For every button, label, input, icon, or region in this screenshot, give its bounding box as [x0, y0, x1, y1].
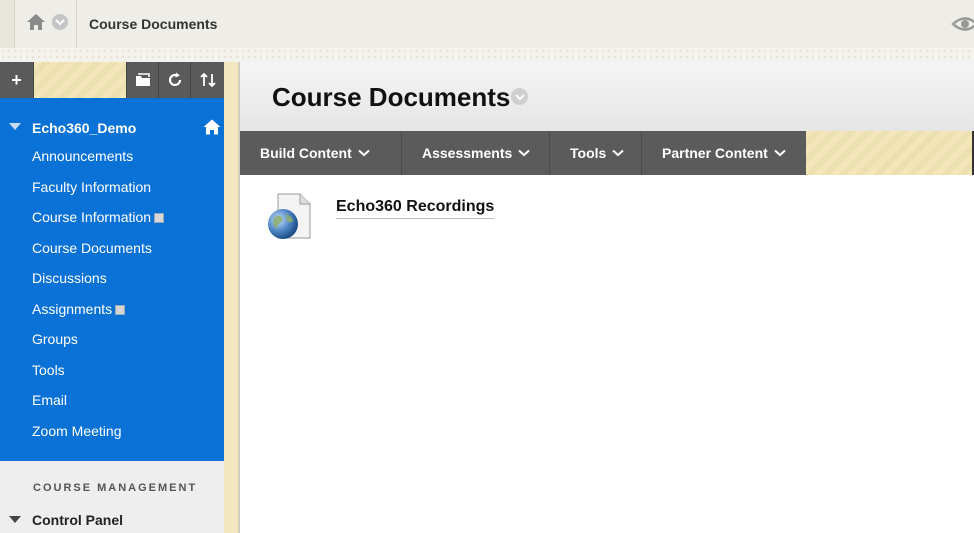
course-home-icon[interactable] — [203, 119, 221, 140]
nav-item-zoom-meeting[interactable]: Zoom Meeting — [32, 423, 121, 439]
control-panel-label[interactable]: Control Panel — [32, 512, 123, 528]
page-options-chevron-icon[interactable] — [511, 88, 528, 105]
course-menu-toolbar: + — [0, 62, 225, 98]
nav-item-assignments[interactable]: Assignments — [32, 301, 126, 317]
chevron-down-icon — [774, 149, 786, 157]
chevron-down-icon — [612, 149, 624, 157]
chevron-down-icon — [358, 149, 370, 157]
nav-item-label[interactable]: Groups — [32, 331, 78, 347]
texture-strip — [0, 48, 974, 62]
home-icon[interactable] — [26, 13, 46, 33]
assessments-menu[interactable]: Assessments — [402, 131, 550, 175]
nav-item-course-documents[interactable]: Course Documents — [32, 240, 152, 256]
build-content-menu[interactable]: Build Content — [240, 131, 402, 175]
control-panel-row[interactable]: Control Panel — [0, 510, 224, 533]
globe-web-link-icon — [266, 192, 312, 242]
nav-item-email[interactable]: Email — [32, 392, 67, 408]
breadcrumb-menu-chevron-icon[interactable] — [52, 14, 68, 30]
left-rail — [0, 0, 15, 48]
chevron-down-icon — [518, 149, 530, 157]
nav-item-course-information[interactable]: Course Information — [32, 209, 165, 225]
student-preview-eye-icon[interactable] — [950, 13, 974, 35]
sidebar-resize-gutter[interactable] — [224, 62, 239, 533]
course-menu: + Echo360_Demo Announcements Faculty Inf… — [0, 62, 225, 533]
nav-item-label[interactable]: Zoom Meeting — [32, 423, 121, 439]
empty-content-icon — [154, 213, 165, 223]
nav-item-faculty-information[interactable]: Faculty Information — [32, 179, 151, 195]
tools-label[interactable]: Tools — [570, 145, 606, 161]
collapse-triangle-icon[interactable] — [9, 123, 21, 130]
nav-item-label[interactable]: Faculty Information — [32, 179, 151, 195]
nav-item-label[interactable]: Assignments — [32, 301, 112, 317]
action-bar-stripe — [806, 131, 972, 175]
nav-item-label[interactable]: Course Information — [32, 209, 151, 225]
refresh-icon[interactable] — [158, 62, 190, 98]
breadcrumb-current: Course Documents — [89, 16, 218, 32]
nav-item-label[interactable]: Email — [32, 392, 67, 408]
course-management-heading: COURSE MANAGEMENT — [33, 482, 198, 494]
page-title: Course Documents — [272, 82, 511, 112]
collapse-triangle-icon[interactable] — [9, 516, 21, 523]
nav-item-label[interactable]: Discussions — [32, 270, 107, 286]
nav-item-discussions[interactable]: Discussions — [32, 270, 107, 286]
nav-item-label[interactable]: Tools — [32, 362, 65, 378]
breadcrumb-bar: Course Documents — [0, 0, 974, 49]
tools-menu[interactable]: Tools — [550, 131, 642, 175]
page-header: Course Documents — [240, 62, 974, 131]
course-name[interactable]: Echo360_Demo — [32, 120, 136, 136]
partner-content-menu[interactable]: Partner Content — [642, 131, 807, 175]
assessments-label[interactable]: Assessments — [422, 145, 512, 161]
course-nav: Echo360_Demo Announcements Faculty Infor… — [0, 98, 224, 461]
nav-item-label[interactable]: Announcements — [32, 148, 133, 164]
nav-item-tools[interactable]: Tools — [32, 362, 65, 378]
empty-content-icon — [115, 305, 126, 315]
nav-item-label[interactable]: Course Documents — [32, 240, 152, 256]
main-content: Course Documents Build Content Assessmen… — [239, 62, 974, 533]
divider — [76, 0, 77, 48]
nav-item-announcements[interactable]: Announcements — [32, 148, 133, 164]
build-content-label[interactable]: Build Content — [260, 145, 352, 161]
folder-view-icon[interactable] — [126, 62, 158, 98]
partner-content-label[interactable]: Partner Content — [662, 145, 768, 161]
toolbar-stripe — [34, 62, 126, 98]
course-title-row[interactable]: Echo360_Demo — [0, 118, 224, 140]
add-menu-item-button[interactable]: + — [0, 62, 34, 98]
reorder-icon[interactable] — [190, 62, 225, 98]
content-item-link[interactable]: Echo360 Recordings — [336, 198, 495, 219]
nav-item-groups[interactable]: Groups — [32, 331, 78, 347]
